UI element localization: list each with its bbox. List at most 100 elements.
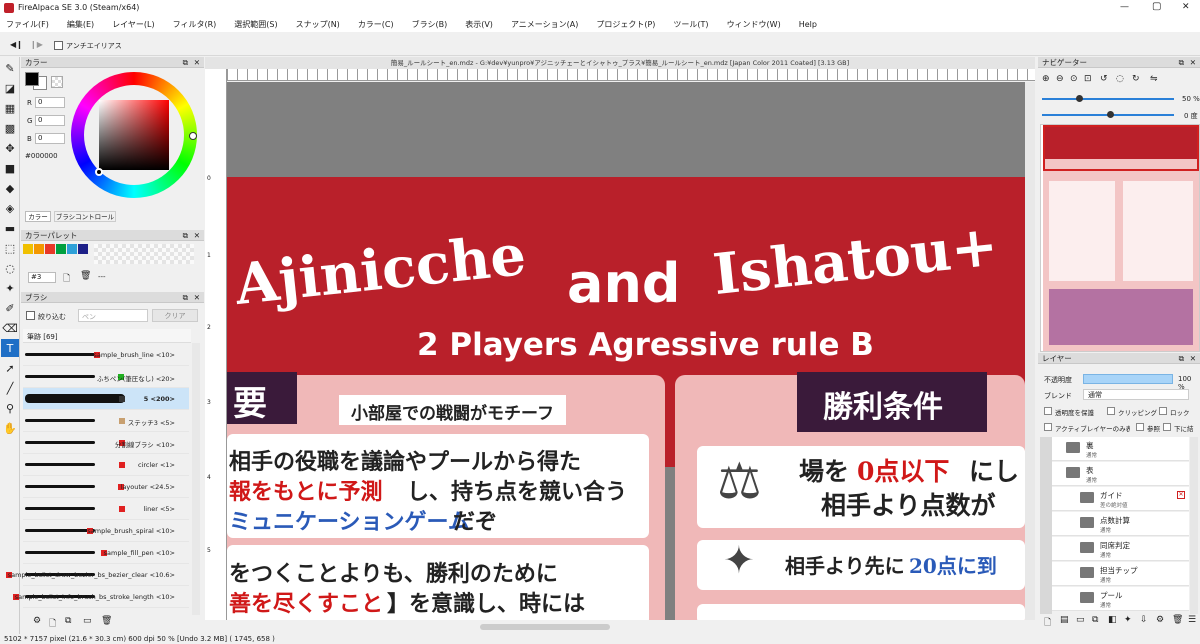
r-input[interactable]: 0 — [35, 97, 65, 108]
clear-button[interactable]: クリア — [152, 309, 198, 322]
tab-color[interactable]: カラー — [25, 211, 51, 222]
grid-tool-icon[interactable]: ▩ — [1, 119, 19, 137]
narrow-checkbox[interactable] — [26, 311, 35, 320]
menu-item[interactable]: レイヤー(L) — [112, 19, 154, 30]
tab-brush-control[interactable]: ブラシコントロール — [54, 211, 116, 222]
brush-list-item[interactable]: sample_brush_spiral <10> — [23, 520, 189, 542]
brush-scrollbar[interactable] — [192, 343, 200, 623]
menu-item[interactable]: ブラシ(B) — [412, 19, 448, 30]
layer-menu-icon[interactable]: ☰ — [1188, 615, 1196, 625]
horizontal-scrollbar[interactable] — [480, 624, 610, 630]
layer-row[interactable]: 担当チップ 通常 — [1052, 562, 1189, 586]
duplicate-layer-icon[interactable]: ⧉ — [1092, 615, 1098, 625]
delete-layer-icon[interactable]: 🗑 — [1172, 615, 1183, 625]
lasso-tool-icon[interactable]: ◌ — [1, 259, 19, 277]
menu-item[interactable]: 表示(V) — [465, 19, 493, 30]
layer-row[interactable]: プール 通常 — [1052, 587, 1189, 611]
layer-property-icon[interactable]: ⚙ — [1156, 615, 1164, 625]
new-brush-icon[interactable]: 🗋 — [49, 616, 56, 632]
palette-swatch[interactable] — [34, 244, 44, 254]
gradient-tool-icon[interactable]: ▬ — [1, 219, 19, 237]
menu-item[interactable]: カラー(C) — [358, 19, 394, 30]
select-eraser-tool-icon[interactable]: ⌫ — [1, 319, 19, 337]
new-folder-icon[interactable]: ▭ — [1076, 615, 1085, 625]
layer-row[interactable]: ガイド 差の絶対値 ✕ — [1052, 487, 1189, 511]
palette-swatch[interactable] — [56, 244, 66, 254]
navigator-preview[interactable] — [1040, 124, 1200, 352]
layer-scrollbar[interactable] — [1190, 437, 1198, 614]
merge-down-icon[interactable]: ⇩ — [1140, 615, 1148, 625]
close-icon[interactable]: ✕ — [1190, 57, 1196, 68]
text-tool-icon[interactable]: T — [1, 339, 19, 357]
maximize-button[interactable]: ▢ — [1152, 1, 1161, 12]
ref-checkbox[interactable] — [1136, 423, 1144, 431]
lock-checkbox[interactable] — [1159, 407, 1167, 415]
protect-checkbox[interactable] — [1044, 407, 1052, 415]
brush-list-item[interactable]: 分割線ブラシ <10> — [23, 432, 189, 454]
brush-list-item[interactable]: sample_fill_pen <10> — [23, 542, 189, 564]
layer-row[interactable]: 表通常 — [1052, 462, 1189, 486]
rotate-reset-icon[interactable]: ◌ — [1116, 74, 1124, 84]
new-8bit-layer-icon[interactable]: ▤ — [1060, 615, 1069, 625]
layer-row[interactable]: 同席判定 通常 — [1052, 537, 1189, 561]
menu-item[interactable]: フィルタ(R) — [173, 19, 217, 30]
minimize-button[interactable]: — — [1120, 2, 1129, 12]
palette-swatch[interactable] — [78, 244, 88, 254]
layer-mask-icon[interactable]: ◧ — [1108, 615, 1117, 625]
brush-list-item[interactable]: sample_bslist_draw_bezier_bs_bezier_clea… — [5, 564, 189, 586]
zoom-actual-icon[interactable]: ⊙ — [1070, 74, 1078, 84]
brush-list-item[interactable]: sample_bslist_info_brush_bs_stroke_lengt… — [12, 586, 189, 608]
delete-brush-icon[interactable]: 🗑 — [101, 616, 112, 626]
dot-tool-icon[interactable]: ▦ — [1, 99, 19, 117]
close-button[interactable]: ✕ — [1182, 2, 1190, 12]
prev-frame-icon[interactable]: ◀❙ — [10, 40, 23, 49]
menu-item[interactable]: スナップ(N) — [296, 19, 340, 30]
pen-tool-icon[interactable]: ✎ — [1, 59, 19, 77]
hue-picker-handle[interactable] — [189, 132, 197, 140]
operation-tool-icon[interactable]: ➚ — [1, 359, 19, 377]
layer-row[interactable]: 点数計算 通常 — [1052, 512, 1189, 536]
brush-list-item[interactable]: layouter <24.5> — [23, 476, 189, 498]
active-only-checkbox[interactable] — [1044, 423, 1052, 431]
zoom-fit-icon[interactable]: ⊡ — [1084, 74, 1092, 84]
flip-horizontal-icon[interactable]: ⇋ — [1150, 74, 1158, 84]
brush-list-item[interactable]: sample_brush_line <10> — [23, 344, 189, 366]
layer-effect-icon[interactable]: ✦ — [1124, 615, 1132, 625]
close-icon[interactable]: ✕ — [194, 57, 200, 68]
menu-item[interactable]: ツール(T) — [673, 19, 708, 30]
new-palette-icon[interactable]: 🗋 — [63, 271, 70, 287]
antialias-checkbox[interactable] — [54, 41, 63, 50]
close-icon[interactable]: ✕ — [194, 230, 200, 241]
brush-filter-input[interactable]: ペン — [78, 309, 148, 322]
delete-palette-icon[interactable]: 🗑 — [80, 271, 91, 281]
folder-brush-icon[interactable]: ▭ — [83, 616, 92, 626]
brush-list-item[interactable]: circler <1> — [23, 454, 189, 476]
blend-select[interactable]: 通常 — [1083, 389, 1189, 400]
saturation-value-square[interactable] — [99, 100, 169, 170]
menu-item[interactable]: プロジェクト(P) — [596, 19, 655, 30]
zoom-slider[interactable] — [1042, 98, 1174, 100]
magic-wand-tool-icon[interactable]: ✦ — [1, 279, 19, 297]
new-layer-icon[interactable]: 🗋 — [1044, 615, 1051, 631]
brush-list-item[interactable]: ステッチ3 <5> — [23, 410, 189, 432]
brush-list-item[interactable]: ふちペン(筆圧なし) <20> — [23, 366, 189, 388]
float-icon[interactable]: ⧉ — [183, 230, 188, 241]
menu-item[interactable]: 選択範囲(S) — [234, 19, 277, 30]
zoom-out-icon[interactable]: ⊖ — [1056, 74, 1064, 84]
layer-row[interactable]: 裏通常 — [1052, 437, 1189, 461]
float-icon[interactable]: ⧉ — [183, 292, 188, 303]
rotate-right-icon[interactable]: ↻ — [1132, 74, 1140, 84]
transparent-swatch[interactable] — [51, 76, 63, 88]
fill-shape-tool-icon[interactable]: ◆ — [1, 179, 19, 197]
zoom-in-icon[interactable]: ⊕ — [1042, 74, 1050, 84]
next-frame-icon[interactable]: ❙▶ — [30, 40, 43, 49]
select-pen-tool-icon[interactable]: ✐ — [1, 299, 19, 317]
shape-tool-icon[interactable]: ■ — [1, 159, 19, 177]
menu-item[interactable]: 編集(E) — [67, 19, 94, 30]
menu-item[interactable]: ウィンドウ(W) — [727, 19, 781, 30]
divide-tool-icon[interactable]: ╱ — [1, 379, 19, 397]
float-icon[interactable]: ⧉ — [183, 57, 188, 68]
foreground-color-swatch[interactable] — [25, 72, 39, 86]
palette-selector[interactable]: #3 — [28, 272, 56, 283]
rotate-left-icon[interactable]: ↺ — [1100, 74, 1108, 84]
